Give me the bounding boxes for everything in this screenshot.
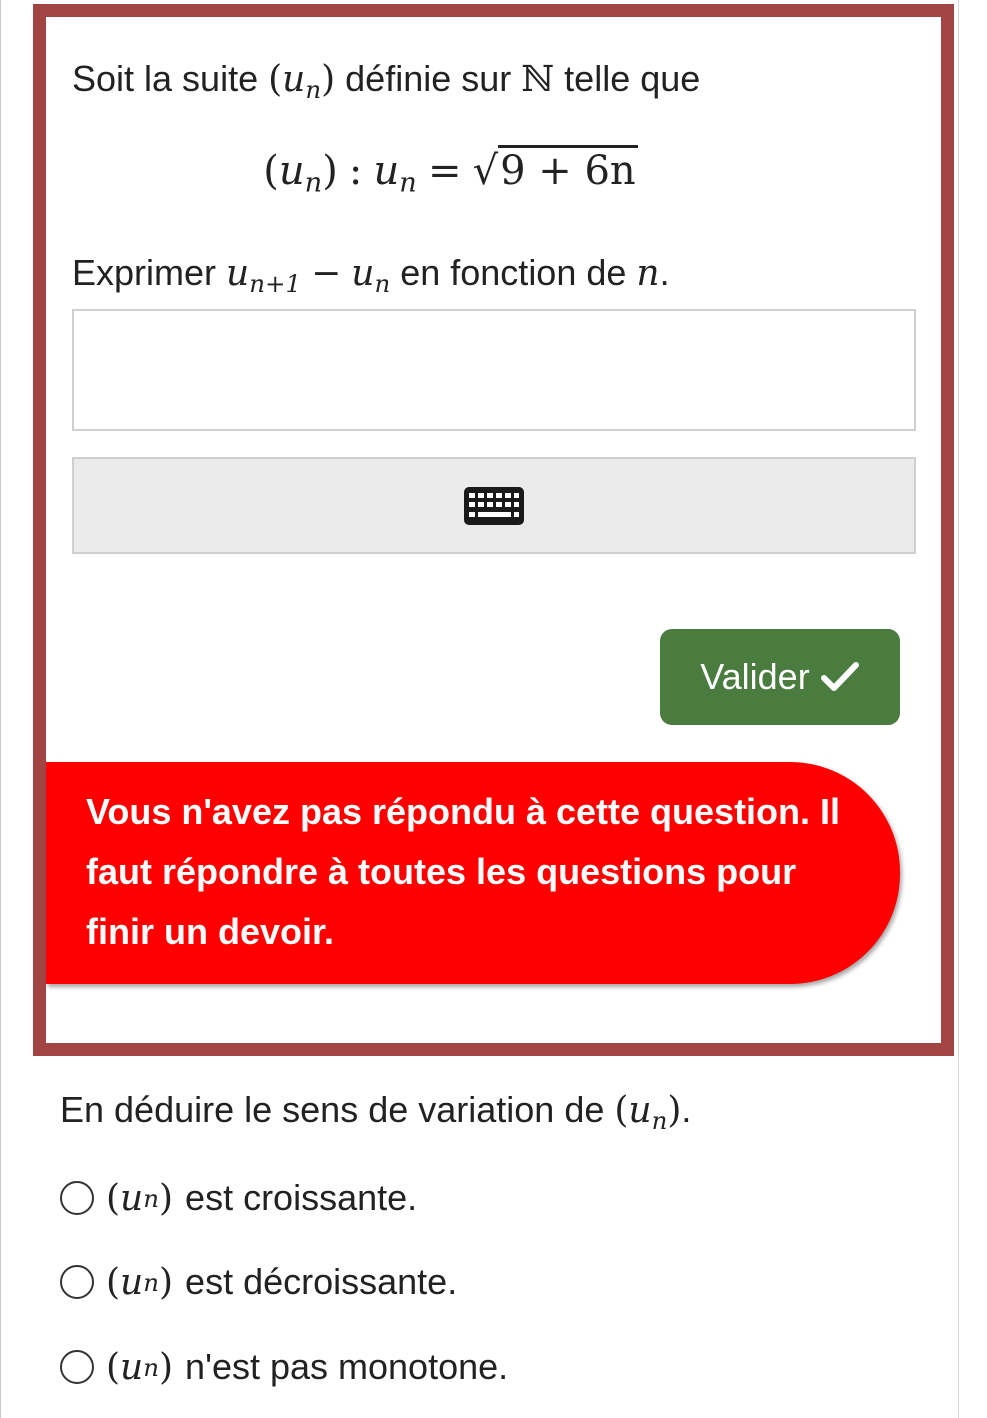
followup-text-end: . bbox=[681, 1089, 692, 1130]
formula-term-var: u bbox=[373, 148, 400, 194]
sqrt-icon: √ bbox=[472, 148, 499, 194]
radio-icon[interactable] bbox=[60, 1265, 94, 1299]
validate-button[interactable]: Valider bbox=[660, 629, 900, 725]
option-seq-var: u bbox=[120, 1261, 144, 1303]
formula-seq-var: u bbox=[278, 148, 305, 194]
formula-paren-open: ( bbox=[263, 148, 279, 194]
sequence-formula: (un) : un = √9 + 6n bbox=[46, 145, 941, 210]
radio-icon[interactable] bbox=[60, 1181, 94, 1215]
option-seq-var: u bbox=[120, 1346, 144, 1388]
paren-close: ) bbox=[321, 59, 336, 100]
intro-text-end: telle que bbox=[554, 58, 701, 99]
followup-text: En déduire le sens de variation de bbox=[60, 1089, 615, 1130]
check-icon bbox=[820, 662, 859, 691]
prompt-text-mid: en fonction de bbox=[390, 252, 637, 293]
paren-open: ( bbox=[268, 59, 283, 100]
page-edge-right bbox=[958, 0, 959, 1418]
option-paren-close: ) bbox=[159, 1177, 174, 1219]
prompt-term-index: n bbox=[374, 268, 391, 298]
followup-seq-index: n bbox=[651, 1105, 668, 1135]
prompt-term-var: u bbox=[351, 253, 375, 294]
validate-label: Valider bbox=[700, 656, 810, 697]
formula-term-index: n bbox=[399, 167, 417, 199]
option-not-monotone[interactable]: (u n) n'est pas monotone. bbox=[60, 1337, 508, 1397]
intro-text-start: Soit la suite bbox=[72, 58, 269, 99]
virtual-keyboard-toggle[interactable] bbox=[72, 457, 916, 554]
option-label: est décroissante. bbox=[185, 1261, 458, 1302]
option-seq-index: n bbox=[143, 1267, 159, 1297]
option-paren-open: ( bbox=[106, 1261, 121, 1303]
formula-paren-close: ) bbox=[322, 148, 338, 194]
followup-seq-var: u bbox=[628, 1090, 652, 1131]
option-seq-var: u bbox=[120, 1177, 144, 1219]
prompt-text-end: . bbox=[659, 252, 670, 293]
option-label: est croissante. bbox=[185, 1177, 418, 1218]
page-edge-left bbox=[0, 0, 1, 1418]
prompt-term-next-var: u bbox=[226, 253, 250, 294]
seq-index: n bbox=[305, 74, 322, 104]
square-root: √9 + 6n bbox=[473, 145, 638, 197]
option-increasing[interactable]: (u n) est croissante. bbox=[60, 1168, 417, 1228]
option-paren-open: ( bbox=[106, 1177, 121, 1219]
followup-paren-close: ) bbox=[667, 1090, 682, 1131]
prompt-var: n bbox=[636, 253, 660, 294]
followup-paren-open: ( bbox=[614, 1090, 629, 1131]
formula-equals: = bbox=[427, 148, 462, 194]
option-seq-index: n bbox=[143, 1183, 159, 1213]
intro-text-mid: définie sur bbox=[335, 58, 522, 99]
question-statement: Soit la suite (un) définie sur ℕ telle q… bbox=[72, 55, 700, 114]
option-paren-open: ( bbox=[106, 1346, 121, 1388]
option-decreasing[interactable]: (u n) est décroissante. bbox=[60, 1252, 457, 1312]
option-paren-close: ) bbox=[159, 1261, 174, 1303]
natural-numbers-symbol: ℕ bbox=[521, 59, 555, 100]
prompt-term-next-index: n+1 bbox=[249, 268, 302, 298]
unanswered-warning: Vous n'avez pas répondu à cette question… bbox=[46, 762, 900, 984]
radicand: 9 + 6n bbox=[498, 145, 638, 194]
question-card: Soit la suite (un) définie sur ℕ telle q… bbox=[33, 4, 954, 1056]
question-prompt: Exprimer un+1 − un en fonction de n. bbox=[72, 249, 670, 308]
prompt-text-start: Exprimer bbox=[72, 252, 227, 293]
seq-var: u bbox=[282, 59, 306, 100]
formula-colon: : bbox=[348, 148, 363, 194]
followup-prompt: En déduire le sens de variation de (un). bbox=[60, 1086, 691, 1145]
formula-seq-index: n bbox=[304, 167, 323, 199]
prompt-minus: − bbox=[311, 253, 342, 294]
answer-input[interactable] bbox=[72, 309, 916, 431]
radio-icon[interactable] bbox=[60, 1350, 94, 1384]
option-seq-index: n bbox=[143, 1352, 159, 1382]
keyboard-icon[interactable] bbox=[464, 486, 524, 525]
option-label: n'est pas monotone. bbox=[185, 1346, 509, 1387]
option-paren-close: ) bbox=[159, 1346, 174, 1388]
